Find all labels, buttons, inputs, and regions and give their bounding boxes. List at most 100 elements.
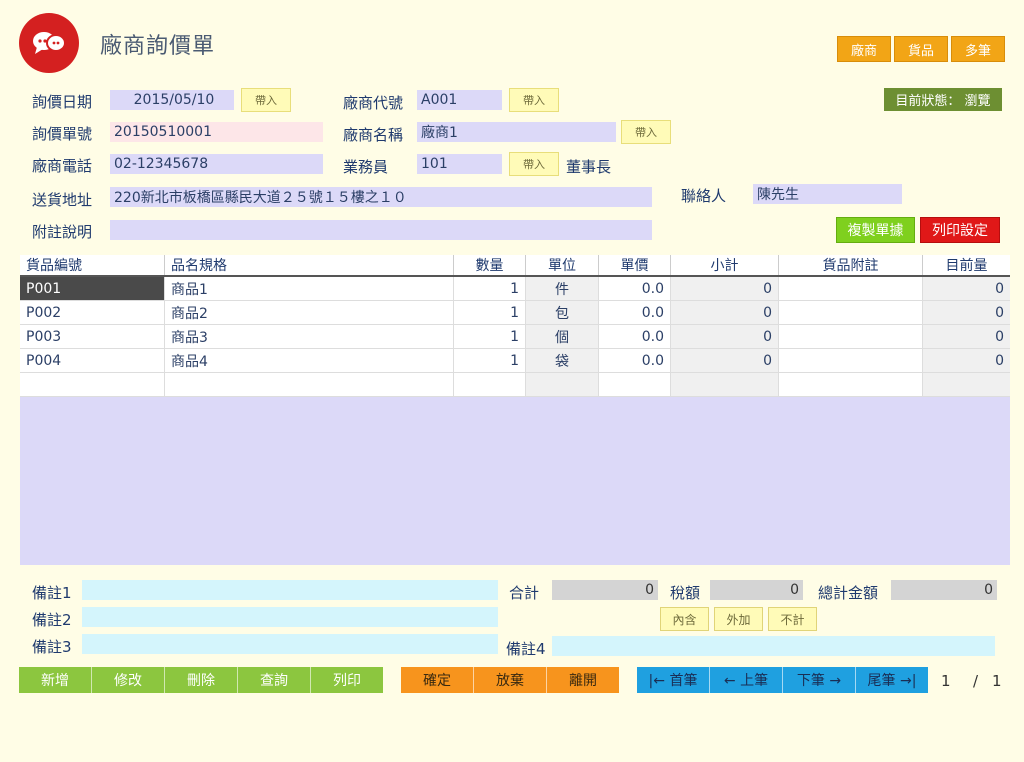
chat-bubbles-icon <box>33 32 66 54</box>
cell-price[interactable]: 0.0 <box>599 277 671 300</box>
remark2-field[interactable] <box>82 607 498 627</box>
import-vendor-name-button[interactable]: 帶入 <box>621 120 671 144</box>
col-header-code[interactable]: 貨品編號 <box>20 255 165 275</box>
contact-label: 聯絡人 <box>681 187 727 205</box>
col-header-subtotal[interactable]: 小計 <box>671 255 779 275</box>
col-header-unit[interactable]: 單位 <box>526 255 599 275</box>
cell-name[interactable] <box>165 373 454 396</box>
cell-name[interactable]: 商品1 <box>165 277 454 300</box>
table-row[interactable]: P004 商品4 1 袋 0.0 0 0 <box>20 349 1010 373</box>
cell-subtotal: 0 <box>671 301 779 324</box>
cell-note[interactable] <box>779 277 923 300</box>
cell-note[interactable] <box>779 325 923 348</box>
goods-button[interactable]: 貨品 <box>894 36 948 62</box>
cell-price[interactable]: 0.0 <box>599 301 671 324</box>
cell-note[interactable] <box>779 301 923 324</box>
cell-note[interactable] <box>779 373 923 396</box>
import-vendor-code-button[interactable]: 帶入 <box>509 88 559 112</box>
cell-qty[interactable] <box>454 373 526 396</box>
confirm-button[interactable]: 確定 <box>401 667 474 693</box>
note-label: 附註說明 <box>32 223 93 241</box>
add-button[interactable]: 新增 <box>19 667 92 693</box>
table-row-empty[interactable] <box>20 373 1010 397</box>
cell-stock: 0 <box>923 277 1010 300</box>
last-record-button[interactable]: 尾筆 →| <box>856 667 928 693</box>
cell-unit: 個 <box>526 325 599 348</box>
remark1-label: 備註1 <box>32 584 72 602</box>
table-row[interactable]: P001 商品1 1 件 0.0 0 0 <box>20 277 1010 301</box>
remark4-field[interactable] <box>552 636 995 656</box>
tax-included-button[interactable]: 內含 <box>660 607 709 631</box>
vendor-name-label: 廠商名稱 <box>343 126 404 144</box>
cell-stock: 0 <box>923 325 1010 348</box>
cell-code[interactable]: P003 <box>20 325 165 348</box>
cell-code[interactable]: P001 <box>20 277 165 300</box>
contact-field[interactable]: 陳先生 <box>753 184 902 204</box>
inquiry-date-field[interactable]: 2015/05/10 <box>110 90 234 110</box>
page-title: 廠商詢價單 <box>100 34 216 59</box>
col-header-name[interactable]: 品名規格 <box>165 255 454 275</box>
cell-code[interactable] <box>20 373 165 396</box>
table-row[interactable]: P003 商品3 1 個 0.0 0 0 <box>20 325 1010 349</box>
cell-qty[interactable]: 1 <box>454 301 526 324</box>
col-header-price[interactable]: 單價 <box>599 255 671 275</box>
tax-none-button[interactable]: 不計 <box>768 607 817 631</box>
leave-button[interactable]: 離開 <box>547 667 619 693</box>
vendor-code-field[interactable]: A001 <box>417 90 502 110</box>
address-field[interactable]: 220新北市板橋區縣民大道２５號１５樓之１０ <box>110 187 652 207</box>
cell-code[interactable]: P002 <box>20 301 165 324</box>
table-row[interactable]: P002 商品2 1 包 0.0 0 0 <box>20 301 1010 325</box>
remark3-field[interactable] <box>82 634 498 654</box>
total-label: 合計 <box>509 584 540 602</box>
print-button[interactable]: 列印 <box>311 667 383 693</box>
cell-code[interactable]: P004 <box>20 349 165 372</box>
salesperson-field[interactable]: 101 <box>417 154 502 174</box>
cell-name[interactable]: 商品3 <box>165 325 454 348</box>
import-date-button[interactable]: 帶入 <box>241 88 291 112</box>
cell-subtotal: 0 <box>671 325 779 348</box>
tax-field: 0 <box>710 580 803 600</box>
salesperson-label: 業務員 <box>343 158 389 176</box>
status-badge: 目前狀態： 瀏覽 <box>884 88 1002 111</box>
cell-price[interactable]: 0.0 <box>599 325 671 348</box>
prev-record-button[interactable]: ← 上筆 <box>710 667 783 693</box>
cell-qty[interactable]: 1 <box>454 325 526 348</box>
grid-header: 貨品編號 品名規格 數量 單位 單價 小計 貨品附註 目前量 <box>20 255 1010 277</box>
cell-note[interactable] <box>779 349 923 372</box>
col-header-stock[interactable]: 目前量 <box>923 255 1010 275</box>
cell-subtotal: 0 <box>671 349 779 372</box>
tax-excluded-button[interactable]: 外加 <box>714 607 763 631</box>
delete-button[interactable]: 刪除 <box>165 667 238 693</box>
cell-price[interactable]: 0.0 <box>599 349 671 372</box>
inquiry-no-field[interactable]: 20150510001 <box>110 122 323 142</box>
confirm-toolbar: 確定 放棄 離開 <box>401 667 619 693</box>
col-header-note[interactable]: 貨品附註 <box>779 255 923 275</box>
discard-button[interactable]: 放棄 <box>474 667 547 693</box>
next-record-button[interactable]: 下筆 → <box>783 667 856 693</box>
multi-record-button[interactable]: 多筆 <box>951 36 1005 62</box>
remark1-field[interactable] <box>82 580 498 600</box>
cell-name[interactable]: 商品2 <box>165 301 454 324</box>
cell-qty[interactable]: 1 <box>454 349 526 372</box>
cell-name[interactable]: 商品4 <box>165 349 454 372</box>
cell-qty[interactable]: 1 <box>454 277 526 300</box>
cell-price[interactable] <box>599 373 671 396</box>
edit-button[interactable]: 修改 <box>92 667 165 693</box>
vendor-name-field[interactable]: 廠商1 <box>417 122 616 142</box>
cell-subtotal: 0 <box>671 277 779 300</box>
first-record-button[interactable]: |← 首筆 <box>637 667 710 693</box>
cell-stock: 0 <box>923 301 1010 324</box>
vendor-phone-field[interactable]: 02-12345678 <box>110 154 323 174</box>
app-logo <box>19 13 79 73</box>
query-button[interactable]: 查詢 <box>238 667 311 693</box>
copy-document-button[interactable]: 複製單據 <box>836 217 915 243</box>
remark2-label: 備註2 <box>32 611 72 629</box>
import-salesperson-button[interactable]: 帶入 <box>509 152 559 176</box>
vendor-button[interactable]: 廠商 <box>837 36 891 62</box>
col-header-qty[interactable]: 數量 <box>454 255 526 275</box>
note-field[interactable] <box>110 220 652 240</box>
cell-stock <box>923 373 1010 396</box>
print-settings-button[interactable]: 列印設定 <box>920 217 1000 243</box>
cell-unit: 包 <box>526 301 599 324</box>
items-grid: 貨品編號 品名規格 數量 單位 單價 小計 貨品附註 目前量 P001 商品1 … <box>20 255 1010 565</box>
